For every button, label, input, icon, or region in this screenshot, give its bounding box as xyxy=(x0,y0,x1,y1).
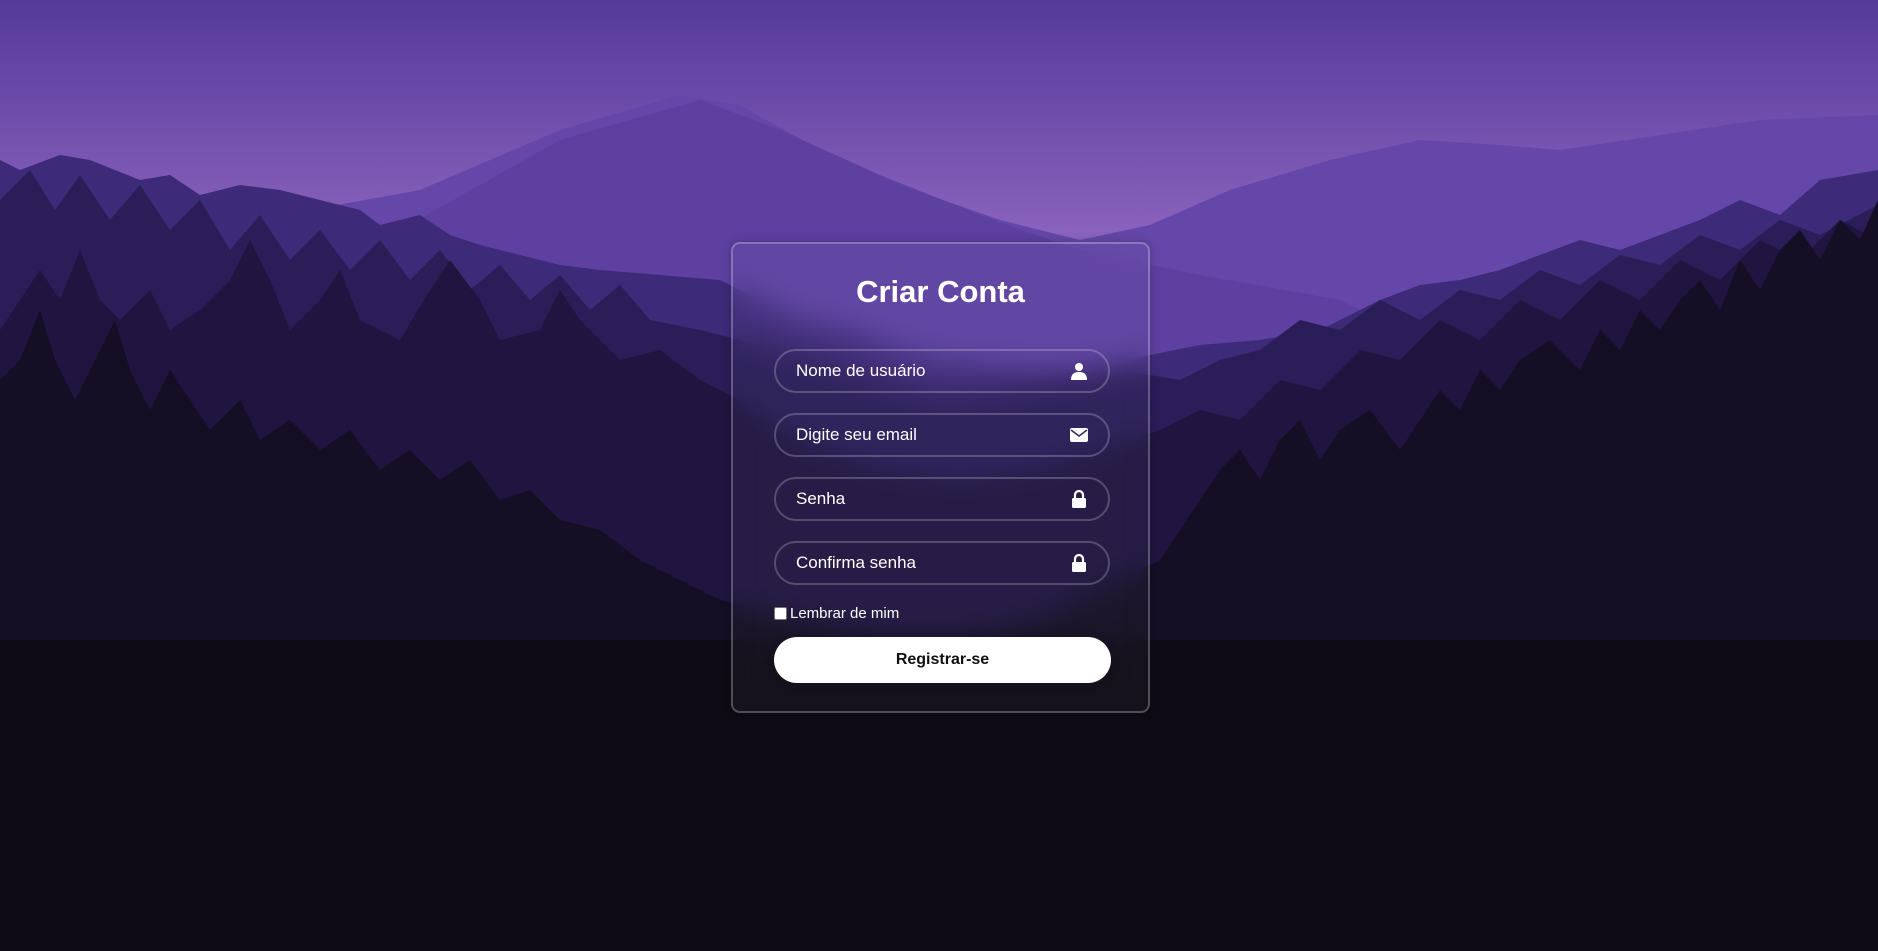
confirm-password-field-wrapper xyxy=(774,541,1110,585)
remember-label: Lembrar de mim xyxy=(790,605,900,622)
lock-icon xyxy=(1070,554,1088,572)
remember-me[interactable]: Lembrar de mim xyxy=(774,605,899,622)
email-field-wrapper xyxy=(774,413,1110,457)
remember-checkbox[interactable] xyxy=(774,607,787,620)
password-field-wrapper xyxy=(774,477,1110,521)
confirm-password-input[interactable] xyxy=(776,543,1108,583)
envelope-icon xyxy=(1070,426,1088,444)
username-input[interactable] xyxy=(776,351,1108,391)
password-input[interactable] xyxy=(776,479,1108,519)
user-icon xyxy=(1070,362,1088,380)
register-form-card: Criar Conta Lembrar de mim Registrar-se xyxy=(731,242,1150,713)
username-field-wrapper xyxy=(774,349,1110,393)
register-button[interactable]: Registrar-se xyxy=(774,637,1111,683)
lock-icon xyxy=(1070,490,1088,508)
form-title: Criar Conta xyxy=(856,274,1025,309)
email-input[interactable] xyxy=(776,415,1108,455)
